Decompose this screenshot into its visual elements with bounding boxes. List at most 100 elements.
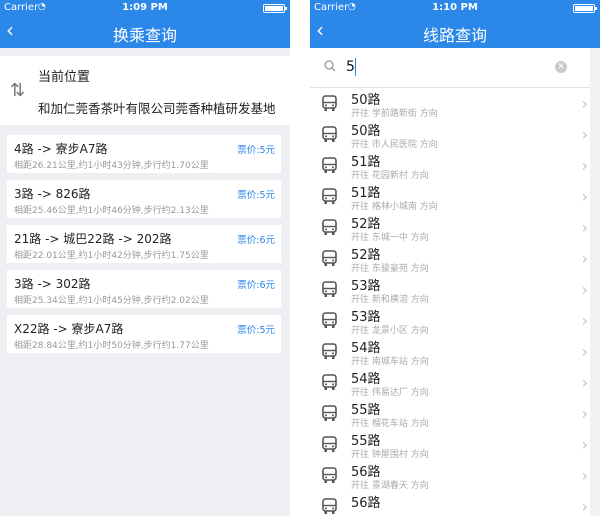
- chevron-right-icon: ›: [581, 218, 588, 237]
- route-fare: 票价:6元: [237, 280, 275, 291]
- route-title: 4路 -> 寮步A7路: [14, 142, 108, 156]
- line-direction: 开往 南城车站 方向: [351, 357, 429, 367]
- origin-field[interactable]: 当前位置: [38, 66, 90, 85]
- route-card[interactable]: 21路 -> 城巴22路 -> 202路 相距22.01公里,约1小时42分钟,…: [7, 225, 281, 263]
- line-item[interactable]: 50路 开往 市人民医院 方向 ›: [310, 119, 600, 150]
- route-card[interactable]: 3路 -> 302路 相距25.34公里,约1小时45分钟,步行约2.02公里 …: [7, 270, 281, 308]
- line-name: 56路: [351, 496, 381, 511]
- route-meta: 相距25.34公里,约1小时45分钟,步行约2.02公里: [14, 296, 209, 306]
- line-item[interactable]: 51路 开往 格林小城南 方向 ›: [310, 181, 600, 212]
- search-bar: ✕: [310, 48, 600, 88]
- bus-icon: [322, 374, 337, 390]
- status-bar: Carrier ◔ 1:09 PM: [0, 0, 290, 15]
- nav-bar: ‹ 线路查询: [310, 15, 600, 48]
- bus-icon: [322, 250, 337, 266]
- line-direction: 开往 龙景小区 方向: [351, 326, 429, 336]
- bus-icon: [322, 157, 337, 173]
- line-direction: 开往 格林小城南 方向: [351, 202, 438, 212]
- route-meta: 相距28.84公里,约1小时50分钟,步行约1.77公里: [14, 341, 209, 351]
- line-item[interactable]: 53路 开往 新和横溶 方向 ›: [310, 274, 600, 305]
- nav-bar: ‹ 换乘查询: [0, 15, 290, 48]
- status-time: 1:09 PM: [122, 2, 168, 13]
- line-item[interactable]: 54路 开往 伟易达厂 方向 ›: [310, 367, 600, 398]
- bus-icon: [322, 312, 337, 328]
- route-title: X22路 -> 寮步A7路: [14, 322, 124, 336]
- chevron-right-icon: ›: [581, 249, 588, 268]
- line-item[interactable]: 51路 开往 花园新村 方向 ›: [310, 150, 600, 181]
- clear-icon[interactable]: ✕: [555, 61, 567, 73]
- chevron-right-icon: ›: [581, 280, 588, 299]
- route-title: 3路 -> 826路: [14, 187, 91, 201]
- bus-icon: [322, 219, 337, 235]
- bus-icon: [322, 436, 337, 452]
- line-item[interactable]: 56路 开往 景湖春天 方向 ›: [310, 460, 600, 491]
- route-card[interactable]: X22路 -> 寮步A7路 相距28.84公里,约1小时50分钟,步行约1.77…: [7, 315, 281, 353]
- route-meta: 相距26.21公里,约1小时43分钟,步行约1.70公里: [14, 161, 209, 171]
- chevron-right-icon: ›: [581, 466, 588, 485]
- chevron-right-icon: ›: [581, 404, 588, 423]
- line-direction: 开往 钟屋围村 方向: [351, 450, 429, 460]
- line-direction: 开往 新和横溶 方向: [351, 295, 429, 305]
- line-direction: 开往 景湖春天 方向: [351, 481, 429, 491]
- bus-icon: [322, 281, 337, 297]
- bus-icon: [322, 188, 337, 204]
- line-item[interactable]: 55路 开往 榴花车站 方向 ›: [310, 398, 600, 429]
- line-query-screen: Carrier ◔ 1:10 PM ‹ 线路查询 ✕ 50路开往 学前路新街 方…: [310, 0, 600, 516]
- status-time: 1:10 PM: [432, 2, 478, 13]
- swap-icon[interactable]: ⇅: [10, 80, 25, 101]
- battery-icon: [573, 4, 597, 13]
- chevron-right-icon: ›: [581, 125, 588, 144]
- line-direction: 开往 市人民医院 方向: [351, 140, 438, 150]
- route-title: 3路 -> 302路: [14, 277, 91, 291]
- line-direction: 开往 榴花车站 方向: [351, 419, 429, 429]
- line-direction: 开往 学前路新街 方向: [351, 109, 438, 119]
- bus-icon: [322, 467, 337, 483]
- route-meta: 相距22.01公里,约1小时42分钟,步行约1.75公里: [14, 251, 209, 261]
- route-fare: 票价:5元: [237, 325, 275, 336]
- line-direction: 开往 东骏豪苑 方向: [351, 264, 429, 274]
- line-list: 50路 开往 学前路新街 方向 › 50路 开往 市人民医院 方向 › 51路 开往 花园新村…: [310, 88, 600, 516]
- chevron-right-icon: ›: [581, 497, 588, 516]
- line-item[interactable]: 50路 开往 学前路新街 方向 ›: [310, 88, 600, 119]
- page-title: 线路查询: [422, 26, 487, 45]
- line-direction: 开往 伟易达厂 方向: [351, 388, 429, 398]
- route-meta: 相距25.46公里,约1小时46分钟,步行约2.13公里: [14, 206, 209, 216]
- chevron-right-icon: ›: [581, 156, 588, 175]
- bus-icon: [322, 405, 337, 421]
- chevron-right-icon: ›: [581, 342, 588, 361]
- line-direction: 开往 花园新村 方向: [351, 171, 429, 181]
- bus-icon: [322, 126, 337, 142]
- line-item[interactable]: 54路 开往 南城车站 方向 ›: [310, 336, 600, 367]
- line-direction: 开往 东城一中 方向: [351, 233, 429, 243]
- route-fare: 票价:5元: [237, 145, 275, 156]
- battery-icon: [263, 4, 287, 13]
- scrollbar[interactable]: [590, 48, 600, 516]
- page-title: 换乘查询: [112, 26, 177, 45]
- text-caret: [355, 58, 356, 76]
- route-title: 21路 -> 城巴22路 -> 202路: [14, 232, 172, 246]
- line-item[interactable]: 56路 ›: [310, 491, 600, 516]
- route-card[interactable]: 4路 -> 寮步A7路 相距26.21公里,约1小时43分钟,步行约1.70公里…: [7, 135, 281, 173]
- chevron-right-icon: ›: [581, 311, 588, 330]
- destination-field[interactable]: 和加仁莞香茶叶有限公司莞香种植研发基地: [38, 98, 276, 117]
- line-item[interactable]: 53路 开往 龙景小区 方向 ›: [310, 305, 600, 336]
- line-item[interactable]: 52路 开往 东骏豪苑 方向 ›: [310, 243, 600, 274]
- route-list: 4路 -> 寮步A7路 相距26.21公里,约1小时43分钟,步行约1.70公里…: [0, 135, 290, 353]
- chevron-right-icon: ›: [581, 94, 588, 113]
- route-card[interactable]: 3路 -> 826路 相距25.46公里,约1小时46分钟,步行约2.13公里 …: [7, 180, 281, 218]
- route-fare: 票价:6元: [237, 235, 275, 246]
- transfer-query-screen: Carrier ◔ 1:09 PM ‹ 换乘查询 ⇅ 当前位置 和加仁莞香茶叶有…: [0, 0, 290, 516]
- chevron-right-icon: ›: [581, 373, 588, 392]
- search-input[interactable]: [346, 54, 536, 80]
- location-panel: ⇅ 当前位置 和加仁莞香茶叶有限公司莞香种植研发基地: [0, 56, 290, 125]
- status-bar: Carrier ◔ 1:10 PM: [310, 0, 600, 15]
- bus-icon: [322, 498, 337, 514]
- route-fare: 票价:5元: [237, 190, 275, 201]
- chevron-right-icon: ›: [581, 435, 588, 454]
- line-item[interactable]: 52路 开往 东城一中 方向 ›: [310, 212, 600, 243]
- bus-icon: [322, 95, 337, 111]
- line-item[interactable]: 55路 开往 钟屋围村 方向 ›: [310, 429, 600, 460]
- chevron-right-icon: ›: [581, 187, 588, 206]
- search-icon: [324, 60, 336, 72]
- bus-icon: [322, 343, 337, 359]
